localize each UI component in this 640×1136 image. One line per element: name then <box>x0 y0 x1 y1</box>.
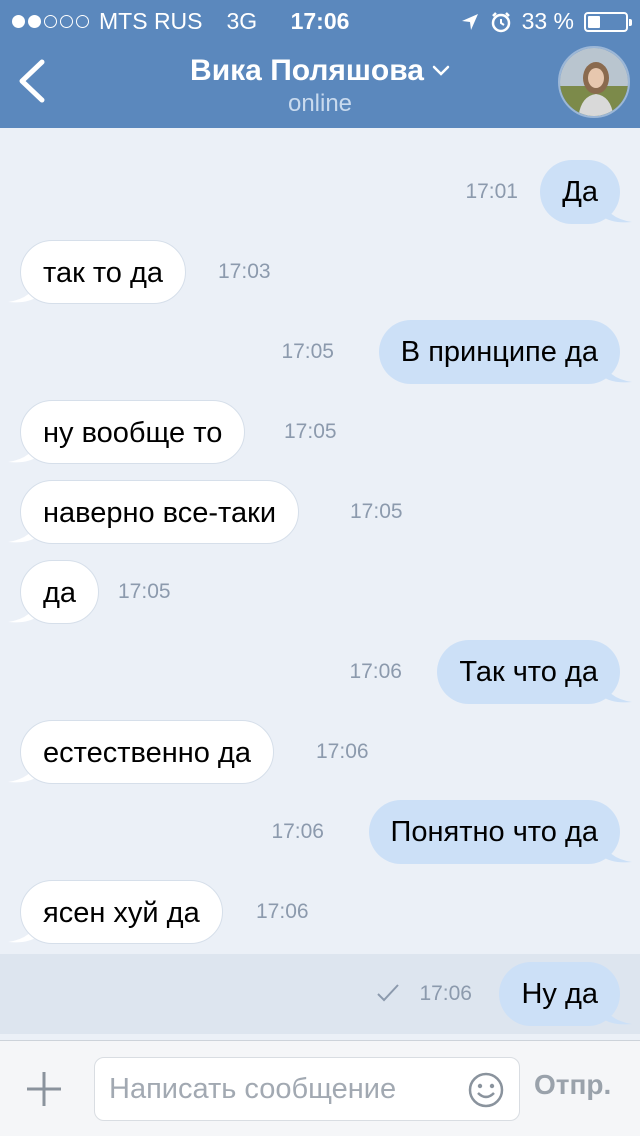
message-bubble-incoming[interactable]: да <box>20 560 100 624</box>
message-time: 17:06 <box>256 900 309 923</box>
message-bubble-incoming[interactable]: так то да <box>20 240 187 304</box>
message-time: 17:03 <box>218 260 271 283</box>
status-bar: MTS RUS 3G 17:06 33 % <box>0 0 640 40</box>
message-bubble-outgoing[interactable]: Да <box>540 160 620 224</box>
message-time: 17:05 <box>118 580 171 603</box>
emoji-button[interactable] <box>467 1071 505 1109</box>
message-row[interactable]: естественно да 17:06 <box>0 720 640 784</box>
check-icon <box>377 984 399 1002</box>
message-bubble-incoming[interactable]: естественно да <box>20 720 274 784</box>
message-time: 17:05 <box>284 420 337 443</box>
attach-button[interactable] <box>24 1069 64 1109</box>
plus-icon <box>27 1072 61 1106</box>
smile-icon <box>468 1072 504 1108</box>
message-composer: Отпр. <box>0 1040 640 1136</box>
message-time: 17:05 <box>281 340 334 363</box>
send-button[interactable]: Отпр. <box>534 1069 611 1101</box>
message-time: 17:06 <box>271 820 324 843</box>
message-row[interactable]: ясен хуй да 17:06 <box>0 880 640 944</box>
battery-icon <box>584 11 632 32</box>
chevron-down-icon[interactable] <box>432 65 450 77</box>
message-bubble-outgoing[interactable]: Понятно что да <box>368 800 620 864</box>
message-list[interactable]: 17:01 Да так то да 17:03 17:05 В принцип… <box>0 128 640 1038</box>
message-bubble-incoming[interactable]: ну вообще то <box>20 400 246 464</box>
message-row[interactable]: 17:01 Да <box>0 160 640 224</box>
message-row[interactable]: 17:06 Так что да <box>0 640 640 704</box>
message-row[interactable]: наверно все-таки 17:05 <box>0 480 640 544</box>
message-row[interactable]: 17:06 Ну да <box>0 962 640 1026</box>
contact-name[interactable]: Вика Поляшова <box>190 54 424 88</box>
battery-percent: 33 % <box>521 8 574 34</box>
chat-header: MTS RUS 3G 17:06 33 % Вика Поляшова onli… <box>0 0 640 128</box>
message-bubble-outgoing[interactable]: Ну да <box>499 962 620 1026</box>
message-bubble-outgoing[interactable]: В принципе да <box>378 320 620 384</box>
message-input[interactable] <box>109 1058 459 1120</box>
message-time: 17:01 <box>465 180 518 203</box>
message-row[interactable]: так то да 17:03 <box>0 240 640 304</box>
message-time: 17:06 <box>316 740 369 763</box>
message-time: 17:05 <box>350 500 403 523</box>
message-bubble-incoming[interactable]: наверно все-таки <box>20 480 300 544</box>
chat-title-area[interactable]: Вика Поляшова online <box>0 54 640 118</box>
message-row[interactable]: да 17:05 <box>0 560 640 624</box>
alarm-icon <box>491 11 510 32</box>
message-time: 17:06 <box>349 660 402 683</box>
avatar[interactable] <box>558 46 630 118</box>
message-row[interactable]: ну вообще то 17:05 <box>0 400 640 464</box>
message-time: 17:06 <box>419 982 472 1005</box>
message-row[interactable]: 17:06 Понятно что да <box>0 800 640 864</box>
message-bubble-outgoing[interactable]: Так что да <box>437 640 620 704</box>
message-input-box[interactable] <box>94 1057 520 1121</box>
contact-status: online <box>287 90 353 117</box>
message-row[interactable]: 17:05 В принципе да <box>0 320 640 384</box>
location-arrow-icon <box>461 13 478 30</box>
message-bubble-incoming[interactable]: ясен хуй да <box>20 880 223 944</box>
